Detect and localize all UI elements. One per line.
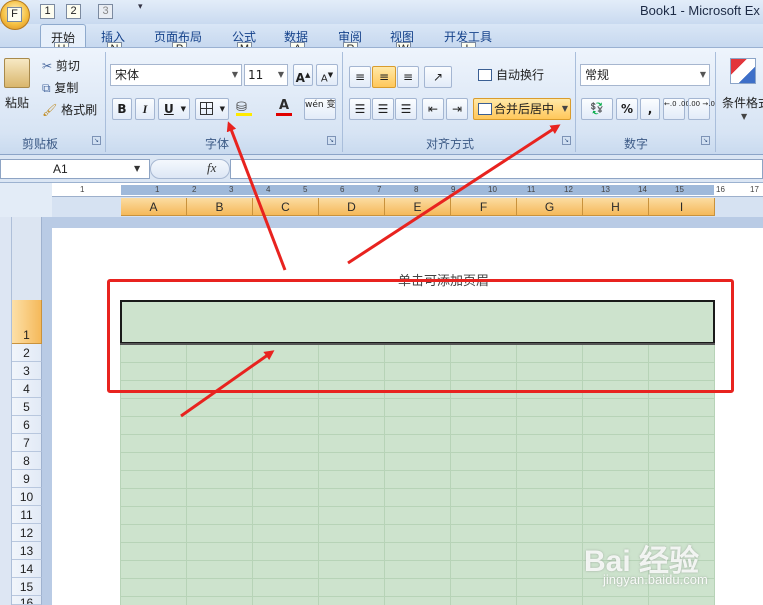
watermark-url: jingyan.baidu.com	[603, 572, 708, 587]
annotation-arrows	[180, 121, 561, 418]
arrow-to-merge	[347, 124, 561, 265]
office-button[interactable]: F	[0, 0, 30, 30]
arrow-to-borders	[226, 121, 287, 271]
arrow-to-cell	[180, 350, 275, 418]
keytip-office: F	[7, 7, 22, 22]
